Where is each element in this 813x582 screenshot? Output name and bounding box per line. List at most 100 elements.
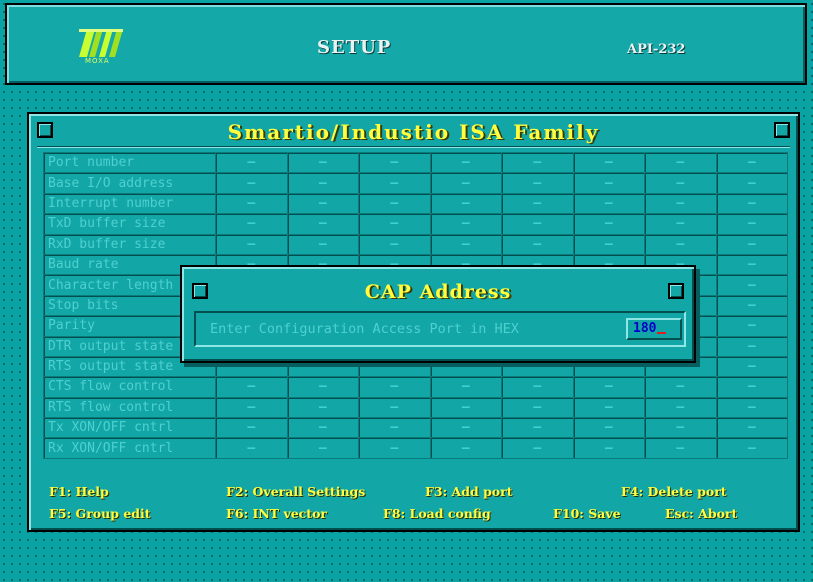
port-value-cell[interactable]: — xyxy=(644,172,717,194)
port-value-cell[interactable]: — xyxy=(215,213,288,235)
port-value-cell[interactable]: — xyxy=(501,172,574,194)
port-value-cell[interactable]: — xyxy=(572,151,645,174)
port-value-cell[interactable]: — xyxy=(215,192,288,215)
port-value-cell[interactable]: — xyxy=(215,233,288,255)
port-value-cell[interactable]: — xyxy=(215,437,288,459)
port-value-cell[interactable]: — xyxy=(286,233,359,255)
port-value-cell[interactable]: — xyxy=(286,396,359,419)
table-row[interactable]: Interrupt number — — — — — — — — xyxy=(43,192,788,215)
port-value-cell[interactable]: — xyxy=(715,192,788,215)
port-value-cell[interactable]: — xyxy=(572,417,645,439)
f10-save-key[interactable]: F10: Save xyxy=(553,506,621,521)
table-row[interactable]: CTS flow control — — — — — — — — xyxy=(43,376,788,398)
port-value-cell[interactable]: — xyxy=(572,376,645,398)
port-value-cell[interactable]: — xyxy=(429,417,502,439)
port-value-cell[interactable]: — xyxy=(286,151,359,174)
port-value-cell[interactable]: — xyxy=(644,437,717,459)
port-value-cell[interactable]: — xyxy=(715,315,788,337)
port-value-cell[interactable]: — xyxy=(644,213,717,235)
f5-group-edit-key[interactable]: F5: Group edit xyxy=(49,506,151,521)
port-value-cell[interactable]: — xyxy=(215,172,288,194)
f8-load-config-key[interactable]: F8: Load config xyxy=(383,506,491,521)
port-value-cell[interactable]: — xyxy=(715,376,788,398)
port-value-cell[interactable]: — xyxy=(286,417,359,439)
port-value-cell[interactable]: — xyxy=(358,396,431,419)
cap-address-input[interactable]: 180 xyxy=(626,318,682,340)
port-value-cell[interactable]: — xyxy=(286,213,359,235)
port-value-cell[interactable]: — xyxy=(358,437,431,459)
table-row[interactable]: Tx XON/OFF cntrl — — — — — — — — xyxy=(43,417,788,439)
cap-address-dialog: CAP Address Enter Configuration Access P… xyxy=(180,265,696,363)
port-value-cell[interactable]: — xyxy=(358,172,431,194)
port-value-cell[interactable]: — xyxy=(215,151,288,174)
port-value-cell[interactable]: — xyxy=(501,396,574,419)
port-value-cell[interactable]: — xyxy=(715,396,788,419)
port-value-cell[interactable]: — xyxy=(501,417,574,439)
port-value-cell[interactable]: — xyxy=(501,233,574,255)
port-value-cell[interactable]: — xyxy=(644,233,717,255)
port-value-cell[interactable]: — xyxy=(715,274,788,296)
port-value-cell[interactable]: — xyxy=(358,417,431,439)
port-value-cell[interactable]: — xyxy=(429,213,502,235)
port-value-cell[interactable]: — xyxy=(644,192,717,215)
port-value-cell[interactable]: — xyxy=(215,417,288,439)
row-label: TxD buffer size xyxy=(43,213,216,235)
port-value-cell[interactable]: — xyxy=(358,233,431,255)
port-value-cell[interactable]: — xyxy=(644,376,717,398)
port-value-cell[interactable]: — xyxy=(715,417,788,439)
port-value-cell[interactable]: — xyxy=(358,213,431,235)
port-value-cell[interactable]: — xyxy=(501,151,574,174)
table-row[interactable]: TxD buffer size — — — — — — — — xyxy=(43,213,788,235)
port-value-cell[interactable]: — xyxy=(429,151,502,174)
f4-delete-port-key[interactable]: F4: Delete port xyxy=(621,484,727,499)
port-value-cell[interactable]: — xyxy=(286,172,359,194)
port-value-cell[interactable]: — xyxy=(501,437,574,459)
port-value-cell[interactable]: — xyxy=(215,376,288,398)
port-value-cell[interactable]: — xyxy=(572,213,645,235)
port-value-cell[interactable]: — xyxy=(572,172,645,194)
port-value-cell[interactable]: — xyxy=(644,396,717,419)
port-value-cell[interactable]: — xyxy=(715,355,788,378)
port-value-cell[interactable]: — xyxy=(429,396,502,419)
row-label: Tx XON/OFF cntrl xyxy=(43,417,216,439)
table-row[interactable]: RxD buffer size — — — — — — — — xyxy=(43,233,788,255)
table-row[interactable]: Base I/O address — — — — — — — — xyxy=(43,172,788,194)
port-value-cell[interactable]: — xyxy=(715,151,788,174)
port-value-cell[interactable]: — xyxy=(215,396,288,419)
port-value-cell[interactable]: — xyxy=(286,376,359,398)
port-value-cell[interactable]: — xyxy=(429,376,502,398)
port-value-cell[interactable]: — xyxy=(715,437,788,459)
port-value-cell[interactable]: — xyxy=(501,192,574,215)
esc-abort-key[interactable]: Esc: Abort xyxy=(665,506,737,521)
f1-help-key[interactable]: F1: Help xyxy=(49,484,109,499)
port-value-cell[interactable]: — xyxy=(715,172,788,194)
port-value-cell[interactable]: — xyxy=(501,213,574,235)
port-value-cell[interactable]: — xyxy=(572,192,645,215)
port-value-cell[interactable]: — xyxy=(286,192,359,215)
port-value-cell[interactable]: — xyxy=(715,233,788,255)
port-value-cell[interactable]: — xyxy=(572,437,645,459)
port-value-cell[interactable]: — xyxy=(715,253,788,276)
port-value-cell[interactable]: — xyxy=(429,192,502,215)
port-value-cell[interactable]: — xyxy=(715,294,788,317)
port-value-cell[interactable]: — xyxy=(358,192,431,215)
port-value-cell[interactable]: — xyxy=(358,376,431,398)
f2-overall-settings-key[interactable]: F2: Overall Settings xyxy=(226,484,365,499)
port-value-cell[interactable]: — xyxy=(429,233,502,255)
port-value-cell[interactable]: — xyxy=(501,376,574,398)
port-value-cell[interactable]: — xyxy=(358,151,431,174)
table-row[interactable]: Rx XON/OFF cntrl — — — — — — — — xyxy=(43,437,788,459)
f3-add-port-key[interactable]: F3: Add port xyxy=(425,484,513,499)
port-value-cell[interactable]: — xyxy=(286,437,359,459)
table-row[interactable]: RTS flow control — — — — — — — — xyxy=(43,396,788,419)
port-value-cell[interactable]: — xyxy=(429,437,502,459)
port-value-cell[interactable]: — xyxy=(429,172,502,194)
port-value-cell[interactable]: — xyxy=(572,233,645,255)
port-value-cell[interactable]: — xyxy=(715,213,788,235)
port-value-cell[interactable]: — xyxy=(572,396,645,419)
port-value-cell[interactable]: — xyxy=(644,417,717,439)
port-value-cell[interactable]: — xyxy=(644,151,717,174)
port-value-cell[interactable]: — xyxy=(715,335,788,357)
f6-int-vector-key[interactable]: F6: INT vector xyxy=(226,506,327,521)
table-row[interactable]: Port number — — — — — — — — xyxy=(43,151,788,174)
